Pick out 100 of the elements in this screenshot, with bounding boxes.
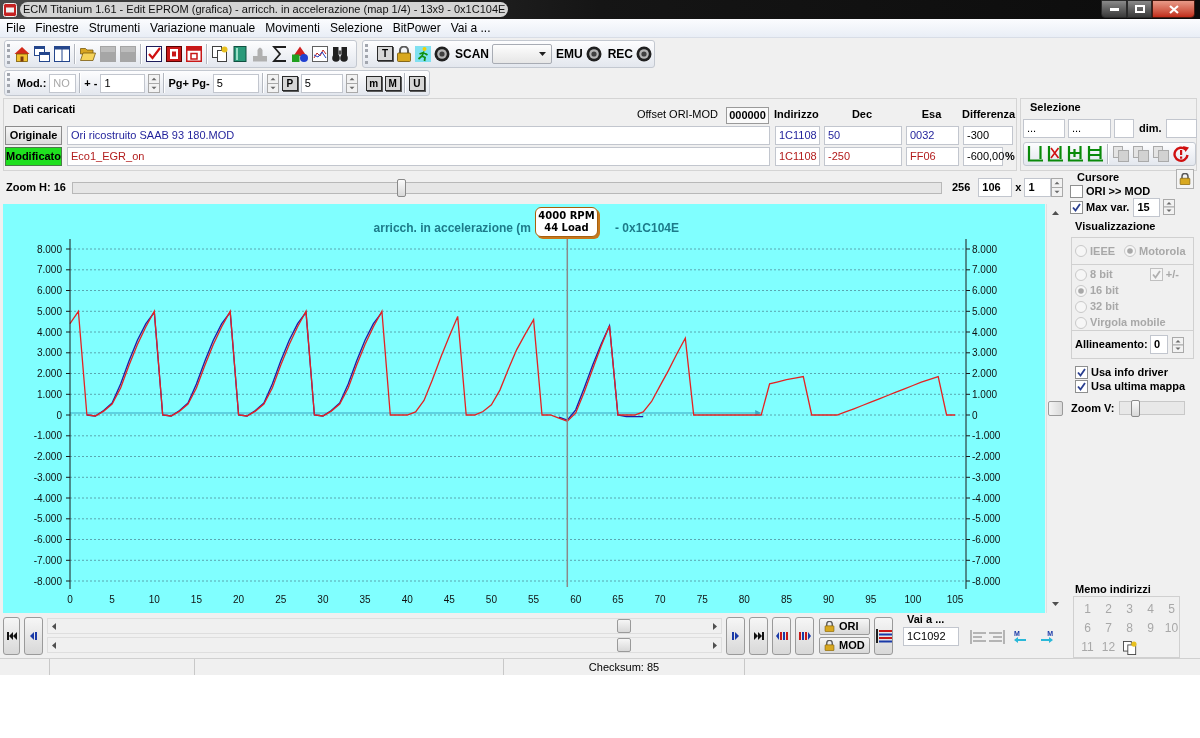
menu-item[interactable]: Vai a ...: [445, 19, 496, 37]
copy-icon[interactable]: [1113, 146, 1129, 162]
modified-button[interactable]: Modificato: [5, 146, 62, 166]
copy-icon[interactable]: [1153, 146, 1169, 162]
scroll-thumb[interactable]: [617, 638, 631, 652]
menu-item[interactable]: Strumenti: [83, 19, 146, 37]
toolbar-gripper[interactable]: [365, 43, 368, 64]
toolbar-gripper[interactable]: [7, 43, 10, 64]
p-field[interactable]: 5: [300, 73, 343, 93]
lock-icon[interactable]: [395, 45, 412, 62]
circular-arrow-icon[interactable]: [1173, 146, 1189, 162]
sum-icon[interactable]: [272, 45, 288, 62]
menu-item[interactable]: BitPower: [387, 19, 446, 37]
address-field[interactable]: 1C1108: [775, 146, 820, 166]
checklist-icon[interactable]: [146, 45, 162, 62]
binoculars-icon[interactable]: [332, 45, 348, 62]
minimize-button[interactable]: [1101, 0, 1127, 18]
ring-icon[interactable]: [585, 45, 602, 62]
letter-button[interactable]: M: [384, 75, 401, 91]
spin-buttons[interactable]: [345, 73, 358, 93]
scroll-left-icon[interactable]: [52, 641, 56, 649]
scan-dropdown[interactable]: [492, 43, 552, 64]
square-icon[interactable]: [100, 45, 116, 62]
checkbox[interactable]: [1075, 366, 1088, 379]
menu-item[interactable]: Selezione: [324, 19, 388, 37]
input-field[interactable]: [1114, 119, 1134, 138]
size-field[interactable]: [1165, 119, 1197, 138]
scroll-right-icon[interactable]: [713, 622, 717, 630]
mod-button[interactable]: MOD: [819, 636, 870, 654]
max-var-field[interactable]: 15: [1133, 197, 1161, 217]
copy-icon[interactable]: [1133, 146, 1149, 162]
bracket-plus-icon[interactable]: [1067, 146, 1083, 162]
book-icon[interactable]: [232, 45, 248, 62]
ladder-icon[interactable]: [1087, 146, 1103, 162]
menu-item[interactable]: Movimenti: [260, 19, 325, 37]
difference-field[interactable]: -600,00: [963, 146, 1003, 166]
step-field[interactable]: 1: [100, 73, 146, 93]
tile-icon[interactable]: [166, 45, 182, 62]
line-chart-icon[interactable]: [312, 45, 328, 62]
windows-icon[interactable]: [34, 45, 50, 62]
checkbox[interactable]: [1075, 380, 1088, 393]
range-start-field[interactable]: ...: [1023, 119, 1065, 138]
file-name-field[interactable]: Ori ricostruito SAAB 93 180.MOD: [67, 125, 770, 145]
lock-button[interactable]: [1176, 169, 1194, 189]
difference-field[interactable]: -300: [963, 125, 1013, 145]
address-field[interactable]: 1C1108: [775, 125, 820, 145]
scroll-thumb[interactable]: [1047, 401, 1063, 416]
ori-button[interactable]: ORI: [819, 617, 870, 635]
letter-button[interactable]: m: [365, 75, 382, 91]
hex-field[interactable]: 0032: [906, 125, 959, 145]
spin-buttons[interactable]: [266, 73, 279, 93]
next-button[interactable]: [726, 616, 745, 655]
letter-button[interactable]: P: [281, 75, 298, 91]
goto-field[interactable]: 1C1092: [903, 627, 959, 646]
menu-item[interactable]: Variazione manuale: [145, 19, 261, 37]
checkbox[interactable]: [1070, 200, 1083, 214]
spin-buttons[interactable]: [148, 73, 161, 93]
alignment-field[interactable]: 0: [1150, 335, 1168, 354]
documents-icon[interactable]: [212, 45, 228, 62]
letter-button[interactable]: T: [376, 46, 393, 61]
window-columns-icon[interactable]: [54, 45, 70, 62]
scroll-right-icon[interactable]: [713, 641, 717, 649]
hex-field[interactable]: FF06: [906, 146, 959, 166]
maximize-button[interactable]: [1127, 0, 1152, 18]
calendar-icon[interactable]: [186, 45, 202, 62]
open-folder-icon[interactable]: [80, 45, 96, 62]
points-field[interactable]: 106: [978, 178, 1013, 197]
decimal-field[interactable]: 50: [824, 125, 902, 145]
zoom-v-slider[interactable]: [1119, 401, 1186, 415]
ring-icon[interactable]: [433, 45, 450, 62]
ring-icon[interactable]: [636, 45, 652, 62]
bracket-icon[interactable]: [1027, 146, 1043, 162]
checkbox[interactable]: [1070, 185, 1083, 198]
zoom-slider[interactable]: [72, 181, 942, 194]
horizontal-scrollbar[interactable]: [47, 637, 722, 653]
last-button[interactable]: [749, 616, 768, 655]
bracket-cross-icon[interactable]: [1047, 146, 1063, 162]
previous-button[interactable]: [24, 616, 43, 655]
menu-item[interactable]: File: [1, 19, 31, 37]
first-button[interactable]: [3, 616, 20, 655]
close-button[interactable]: [1152, 0, 1195, 18]
file-name-field[interactable]: Eco1_EGR_on: [67, 146, 770, 166]
toolbar-gripper[interactable]: [7, 73, 10, 93]
scroll-down-icon[interactable]: [1051, 602, 1059, 606]
scroll-left-icon[interactable]: [52, 622, 56, 630]
factor-field[interactable]: 1: [1024, 178, 1052, 197]
scroll-thumb[interactable]: [617, 619, 631, 633]
range-end-field[interactable]: ...: [1068, 119, 1111, 138]
slider-thumb[interactable]: [397, 178, 406, 197]
slider-thumb[interactable]: [1131, 400, 1141, 417]
decimal-field[interactable]: -250: [824, 146, 902, 166]
square-icon[interactable]: [120, 45, 136, 62]
house-icon[interactable]: [14, 45, 30, 62]
running-figure-icon[interactable]: [414, 45, 431, 62]
bars-right-button[interactable]: [795, 616, 814, 655]
horizontal-scrollbar[interactable]: [47, 618, 722, 634]
menu-item[interactable]: Finestre: [30, 19, 84, 37]
spin-buttons[interactable]: [1051, 178, 1064, 197]
scroll-up-icon[interactable]: [1051, 211, 1059, 215]
flag-button[interactable]: [874, 616, 893, 655]
